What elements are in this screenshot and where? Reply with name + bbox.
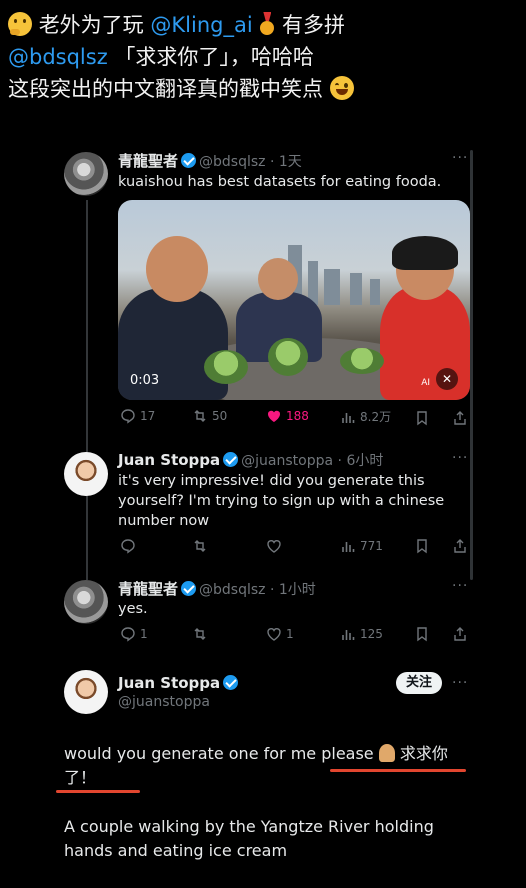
- retweet-icon[interactable]: [192, 538, 208, 554]
- man-head: [146, 236, 208, 302]
- more-options-icon[interactable]: ···: [452, 675, 468, 691]
- author-name[interactable]: Juan Stoppa: [118, 451, 220, 469]
- author-handle[interactable]: @bdsqlsz · 1天: [199, 154, 302, 170]
- highlight-underline: [56, 790, 140, 793]
- like-button[interactable]: 188: [266, 408, 309, 424]
- bookmark-icon[interactable]: [414, 626, 430, 642]
- reply-count: 17: [140, 409, 156, 423]
- more-options-icon[interactable]: ···: [452, 578, 468, 594]
- avatar-juanstoppa[interactable]: [64, 670, 108, 714]
- retweet-icon[interactable]: [192, 626, 208, 642]
- reply-icon: [121, 627, 135, 642]
- woman-middle-head: [258, 258, 298, 300]
- main-text-prompt: A couple walking by the Yangtze River ho…: [64, 817, 434, 860]
- like-count: 1: [286, 627, 294, 641]
- bdsqlsz-mention[interactable]: @bdsqlsz: [8, 45, 108, 69]
- highlight-underline: [330, 769, 466, 772]
- medal-icon: [259, 12, 275, 36]
- views-button[interactable]: 771: [340, 538, 383, 554]
- views-icon: [342, 412, 355, 423]
- video-timestamp: 0:03: [130, 373, 160, 388]
- reply-button[interactable]: 1: [120, 626, 148, 642]
- views-count: 125: [360, 627, 383, 641]
- follow-button[interactable]: 关注: [396, 672, 442, 694]
- views-count: 8.2万: [360, 410, 392, 424]
- bookmark-icon[interactable]: [414, 410, 430, 426]
- caption-line2-text: 「求求你了」，哈哈哈: [114, 45, 314, 69]
- verified-badge-icon: [181, 581, 197, 596]
- retweet-count: 50: [212, 409, 228, 423]
- pray-icon: [378, 744, 395, 762]
- verified-badge-icon: [181, 153, 197, 168]
- bookmark-icon[interactable]: [414, 538, 430, 554]
- skyline-building: [370, 279, 380, 305]
- main-text-cn-end: 了！: [64, 768, 97, 787]
- reply-icon: [121, 409, 135, 424]
- views-icon: [342, 542, 355, 552]
- skyline-building: [350, 273, 362, 305]
- author-handle[interactable]: @juanstoppa · 6小时: [241, 453, 383, 469]
- author-handle[interactable]: @juanstoppa: [118, 694, 210, 710]
- heart-filled-icon: [267, 410, 281, 422]
- reply-icon[interactable]: [120, 538, 136, 554]
- avatar-juanstoppa[interactable]: [64, 452, 108, 496]
- retweet-button[interactable]: 50: [192, 408, 227, 424]
- verified-badge-icon: [223, 675, 239, 690]
- main-text-line1: would you generate one for me please 求求你: [64, 742, 448, 766]
- author-name[interactable]: 青龍聖者: [118, 580, 178, 598]
- tweet1-header: 青龍聖者 @bdsqlsz · 1天: [118, 150, 302, 171]
- author-name[interactable]: Juan Stoppa: [118, 674, 220, 692]
- tweet1-text: kuaishou has best datasets for eating fo…: [118, 174, 442, 190]
- skyline-building: [324, 269, 340, 305]
- avatar-bdsqlsz[interactable]: [64, 580, 108, 624]
- tweet2-text: it's very impressive! did you generate t…: [118, 473, 445, 529]
- melon: [204, 350, 248, 384]
- woman-right-hair: [392, 236, 458, 270]
- main-header: Juan Stoppa: [118, 673, 241, 692]
- mute-icon[interactable]: ✕: [436, 368, 458, 390]
- caption-line1-end: 有多拼: [282, 13, 346, 37]
- caption-line1-text: 老外为了玩: [38, 13, 144, 37]
- views-button[interactable]: 8.2万: [340, 408, 391, 425]
- scrollbar[interactable]: [470, 150, 473, 580]
- ai-watermark: AI: [421, 378, 430, 388]
- tweet3-text: yes.: [118, 601, 148, 617]
- avatar-bdsqlsz[interactable]: [64, 152, 108, 196]
- video-player[interactable]: 0:03 ✕ AI: [118, 200, 470, 400]
- melon: [268, 338, 308, 376]
- like-button[interactable]: 1: [266, 626, 294, 642]
- kling-ai-mention[interactable]: @Kling_ai: [150, 13, 252, 37]
- heart-icon[interactable]: [266, 538, 282, 554]
- views-count: 771: [360, 539, 383, 553]
- retweet-icon: [194, 410, 206, 422]
- more-options-icon[interactable]: ···: [452, 150, 468, 166]
- views-icon: [342, 630, 355, 640]
- like-count: 188: [286, 409, 309, 423]
- share-icon[interactable]: [452, 626, 468, 642]
- tweet3-header: 青龍聖者 @bdsqlsz · 1小时: [118, 578, 316, 599]
- verified-badge-icon: [223, 452, 239, 467]
- main-text-en: would you generate one for me please: [64, 744, 374, 763]
- author-handle[interactable]: @bdsqlsz · 1小时: [199, 582, 316, 598]
- reply-count: 1: [140, 627, 148, 641]
- melon: [340, 348, 384, 374]
- author-name[interactable]: 青龍聖者: [118, 152, 178, 170]
- reply-button[interactable]: 17: [120, 408, 155, 424]
- main-text-cn: 求求你: [399, 744, 448, 763]
- caption-line3-text: 这段突出的中文翻译真的戳中笑点: [8, 77, 323, 101]
- more-options-icon[interactable]: ···: [452, 450, 468, 466]
- share-icon[interactable]: [452, 538, 468, 554]
- laughing-face-icon: [329, 76, 354, 100]
- tweet2-header: Juan Stoppa @juanstoppa · 6小时: [118, 450, 383, 470]
- thread-line: [86, 200, 88, 580]
- heart-icon: [267, 628, 281, 641]
- thinking-face-icon: [8, 12, 32, 36]
- views-button[interactable]: 125: [340, 626, 383, 642]
- share-icon[interactable]: [452, 410, 468, 426]
